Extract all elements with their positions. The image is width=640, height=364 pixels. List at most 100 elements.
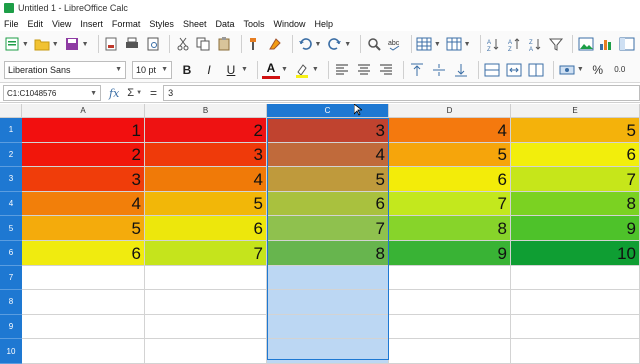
row-header-4[interactable]: 4 xyxy=(0,191,22,217)
cell-d6[interactable]: 9 xyxy=(389,241,511,266)
print-preview-icon[interactable] xyxy=(144,35,161,53)
unmerge-cells-icon[interactable] xyxy=(527,61,545,79)
cell-e5[interactable]: 9 xyxy=(511,216,640,241)
cell-c4[interactable]: 6 xyxy=(267,191,389,217)
formula-button[interactable]: = xyxy=(150,86,157,100)
cell-a1[interactable]: 1 xyxy=(22,118,145,143)
cell-e6[interactable]: 10 xyxy=(511,241,640,266)
cell-d5[interactable]: 8 xyxy=(389,216,511,241)
format-as-number-button[interactable]: 0.0 xyxy=(611,61,629,79)
highlight-color-icon[interactable] xyxy=(293,61,311,79)
chevron-down-icon[interactable]: ▼ xyxy=(241,66,248,73)
cell-b4[interactable]: 5 xyxy=(145,191,267,217)
cut-icon[interactable] xyxy=(174,35,191,53)
align-bottom-icon[interactable] xyxy=(452,61,470,79)
cell-a3[interactable]: 3 xyxy=(22,167,145,192)
row-icon[interactable] xyxy=(416,35,433,53)
undo-icon[interactable] xyxy=(297,35,314,53)
redo-icon[interactable] xyxy=(326,35,343,53)
chevron-down-icon[interactable]: ▼ xyxy=(281,66,288,73)
print-icon[interactable] xyxy=(123,35,140,53)
menu-sheet[interactable]: Sheet xyxy=(183,19,207,29)
column-header-d[interactable]: D xyxy=(389,104,511,118)
cell-a8[interactable] xyxy=(22,290,145,315)
cell-a10[interactable] xyxy=(22,339,145,364)
cell-d4[interactable]: 7 xyxy=(389,191,511,217)
name-box[interactable]: C1:C1048576 ▼ xyxy=(3,85,101,101)
column-header-a[interactable]: A xyxy=(22,104,145,118)
cell-b1[interactable]: 2 xyxy=(145,118,267,143)
function-wizard-button[interactable]: fx xyxy=(109,87,119,100)
cell-b2[interactable]: 3 xyxy=(145,142,267,168)
open-folder-icon[interactable] xyxy=(34,35,51,53)
menu-file[interactable]: File xyxy=(4,19,19,29)
cell-d8[interactable] xyxy=(389,290,511,315)
align-top-icon[interactable] xyxy=(408,61,426,79)
insert-image-icon[interactable] xyxy=(577,35,594,53)
font-size-combo[interactable]: 10 pt ▼ xyxy=(132,60,172,79)
cell-d2[interactable]: 5 xyxy=(389,142,511,168)
cell-a2[interactable]: 2 xyxy=(22,142,145,168)
menu-window[interactable]: Window xyxy=(274,19,306,29)
paste-icon[interactable] xyxy=(216,35,233,53)
cell-e3[interactable]: 7 xyxy=(511,167,640,192)
cell-d10[interactable] xyxy=(389,339,511,364)
chevron-down-icon[interactable]: ▼ xyxy=(312,66,319,73)
cell-e1[interactable]: 5 xyxy=(511,118,640,143)
row-header-2[interactable]: 2 xyxy=(0,142,22,168)
align-left-icon[interactable] xyxy=(333,61,351,79)
spelling-icon[interactable]: abc xyxy=(386,35,403,53)
chevron-down-icon[interactable]: ▼ xyxy=(434,41,441,48)
cell-c8[interactable] xyxy=(267,290,389,315)
underline-button[interactable]: U xyxy=(222,61,240,79)
row-header-3[interactable]: 3 xyxy=(0,167,22,192)
align-right-icon[interactable] xyxy=(377,61,395,79)
font-color-button[interactable]: A xyxy=(261,61,280,79)
cell-c2[interactable]: 4 xyxy=(267,142,389,168)
format-as-percent-button[interactable]: % xyxy=(589,61,607,79)
chevron-down-icon[interactable]: ▼ xyxy=(82,41,89,48)
cell-a5[interactable]: 5 xyxy=(22,216,145,241)
chevron-down-icon[interactable]: ▼ xyxy=(115,66,122,73)
sort-descending-icon[interactable]: ZA xyxy=(526,35,543,53)
chevron-down-icon[interactable]: ▼ xyxy=(52,41,59,48)
row-header-10[interactable]: 10 xyxy=(0,339,22,364)
cell-e9[interactable] xyxy=(511,314,640,340)
find-replace-icon[interactable] xyxy=(365,35,382,53)
cell-c3[interactable]: 5 xyxy=(267,167,389,192)
menu-format[interactable]: Format xyxy=(112,19,141,29)
cell-c5[interactable]: 7 xyxy=(267,216,389,241)
cell-c7[interactable] xyxy=(267,265,389,291)
chevron-down-icon[interactable]: ▼ xyxy=(577,66,584,73)
cell-d7[interactable] xyxy=(389,265,511,291)
bold-button[interactable]: B xyxy=(178,61,196,79)
align-center-icon[interactable] xyxy=(355,61,373,79)
spreadsheet-grid[interactable]: ABCDE11234522345633456744567855678966789… xyxy=(0,104,640,364)
export-pdf-icon[interactable] xyxy=(102,35,119,53)
insert-chart-icon[interactable] xyxy=(598,35,615,53)
cell-a6[interactable]: 6 xyxy=(22,241,145,266)
save-icon[interactable] xyxy=(64,35,81,53)
cell-e8[interactable] xyxy=(511,290,640,315)
cell-e4[interactable]: 8 xyxy=(511,191,640,217)
cell-e2[interactable]: 6 xyxy=(511,142,640,168)
clone-formatting-icon[interactable] xyxy=(246,35,263,53)
row-header-5[interactable]: 5 xyxy=(0,216,22,241)
row-header-1[interactable]: 1 xyxy=(0,118,22,143)
column-icon[interactable] xyxy=(446,35,463,53)
copy-icon[interactable] xyxy=(195,35,212,53)
cell-b7[interactable] xyxy=(145,265,267,291)
column-header-c[interactable]: C xyxy=(267,104,389,118)
cell-d1[interactable]: 4 xyxy=(389,118,511,143)
row-header-8[interactable]: 8 xyxy=(0,290,22,315)
cell-c1[interactable]: 3 xyxy=(267,118,389,143)
format-as-currency-icon[interactable] xyxy=(558,61,576,79)
chevron-down-icon[interactable]: ▼ xyxy=(344,41,351,48)
cell-e7[interactable] xyxy=(511,265,640,291)
cell-b6[interactable]: 7 xyxy=(145,241,267,266)
formula-input[interactable]: 3 xyxy=(163,85,640,101)
chevron-down-icon[interactable]: ▼ xyxy=(90,90,97,97)
chevron-down-icon[interactable]: ▼ xyxy=(161,66,168,73)
wrap-text-icon[interactable] xyxy=(483,61,501,79)
clear-formatting-icon[interactable] xyxy=(267,35,284,53)
